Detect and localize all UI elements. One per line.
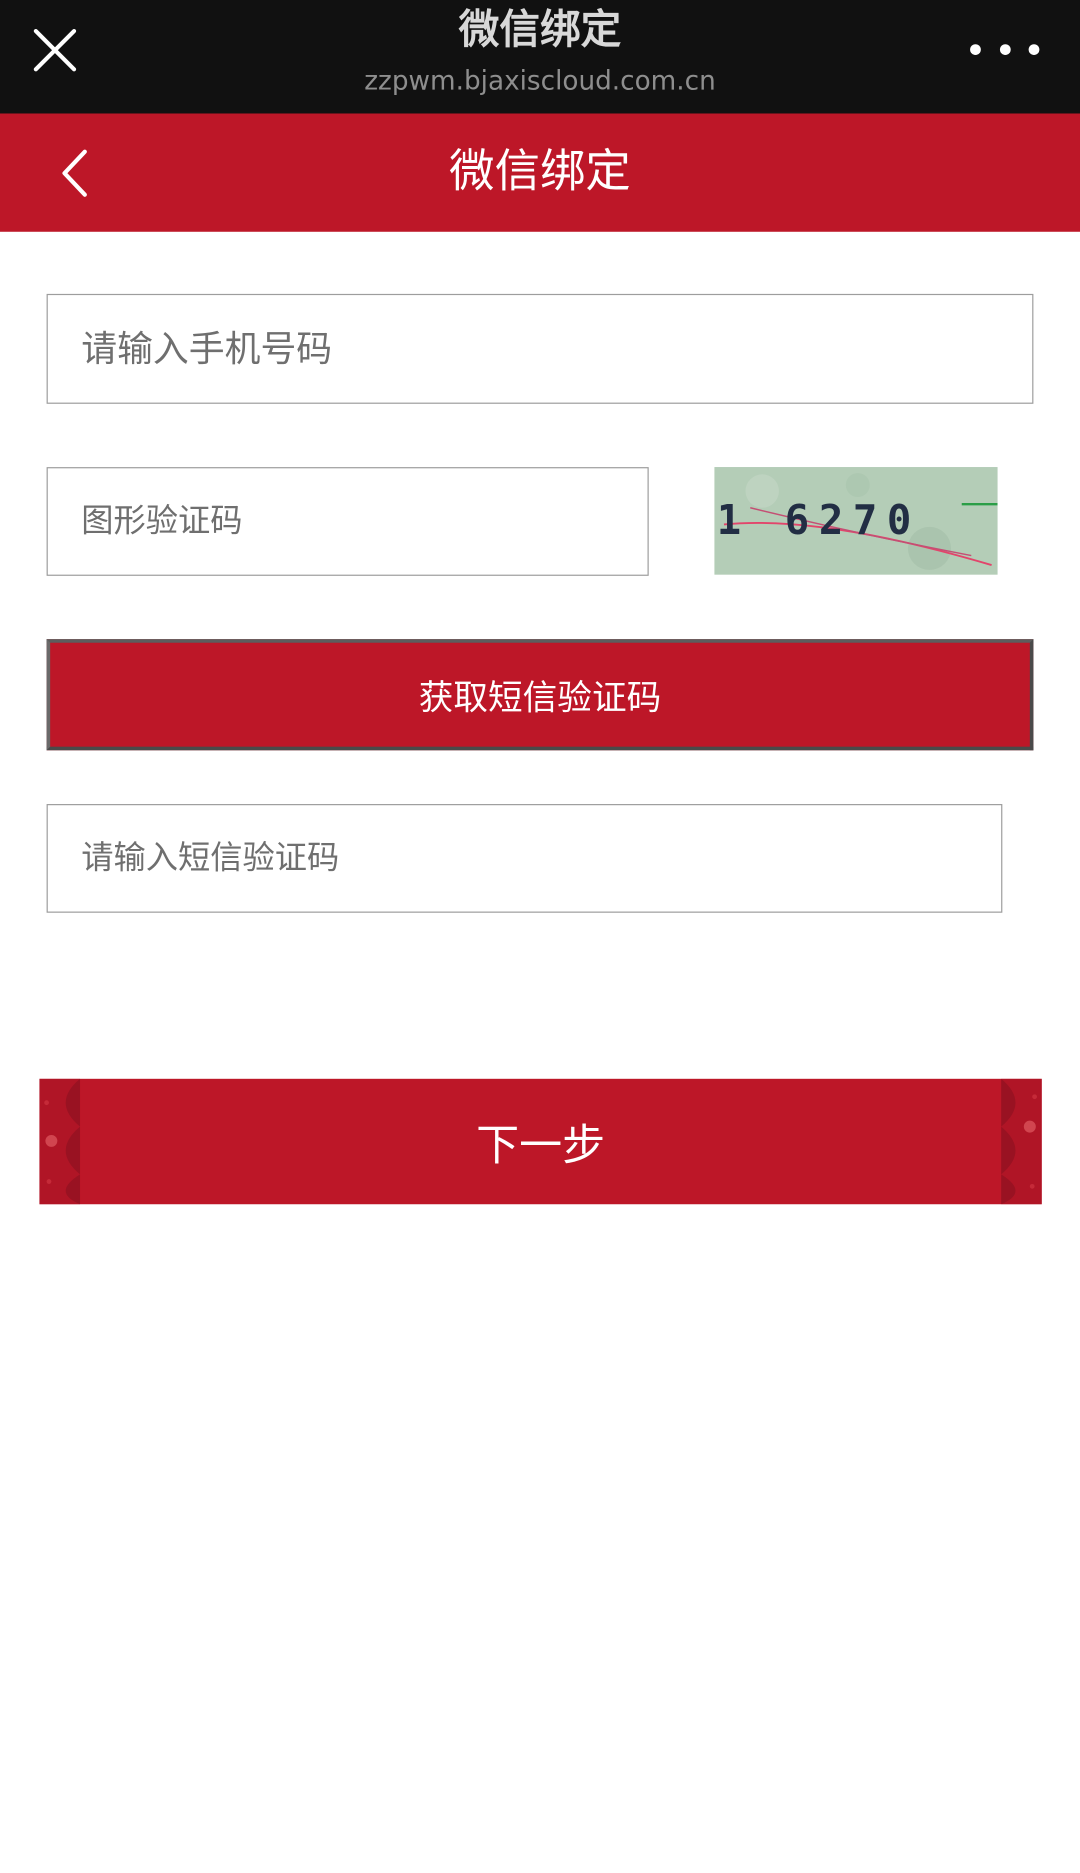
sms-code-input[interactable]: [47, 805, 1002, 912]
sms-code-field: [46, 804, 1003, 913]
dot: [970, 43, 981, 55]
captcha-image[interactable]: 1 6270: [714, 467, 998, 575]
captcha-text: 1 6270: [717, 496, 921, 544]
phone-input[interactable]: [47, 295, 1033, 403]
next-button[interactable]: 下一步: [39, 1078, 1042, 1205]
page-title: 微信绑定: [449, 144, 631, 198]
get-sms-code-label: 获取短信验证码: [418, 676, 662, 718]
phone-field: [46, 293, 1034, 404]
ornament-right-icon: [1001, 1078, 1042, 1205]
screen: 微信绑定 zzpwm.bjaxiscloud.com.cn 微信绑定 请输入手机…: [0, 0, 1080, 1873]
captcha-field: [46, 467, 649, 576]
ornament-left-icon: [39, 1078, 81, 1205]
page-header: 微信绑定: [0, 113, 1080, 232]
browser-top-bar: 微信绑定 zzpwm.bjaxiscloud.com.cn: [0, 0, 1080, 114]
captcha-input[interactable]: [47, 468, 648, 575]
more-dots-icon[interactable]: [970, 31, 1040, 67]
browser-url: zzpwm.bjaxiscloud.com.cn: [364, 66, 716, 97]
next-button-label: 下一步: [476, 1121, 606, 1171]
get-sms-code-button[interactable]: 获取短信验证码: [46, 639, 1034, 751]
browser-title: 微信绑定: [458, 5, 622, 54]
dot: [999, 43, 1011, 55]
dot: [1028, 43, 1040, 55]
